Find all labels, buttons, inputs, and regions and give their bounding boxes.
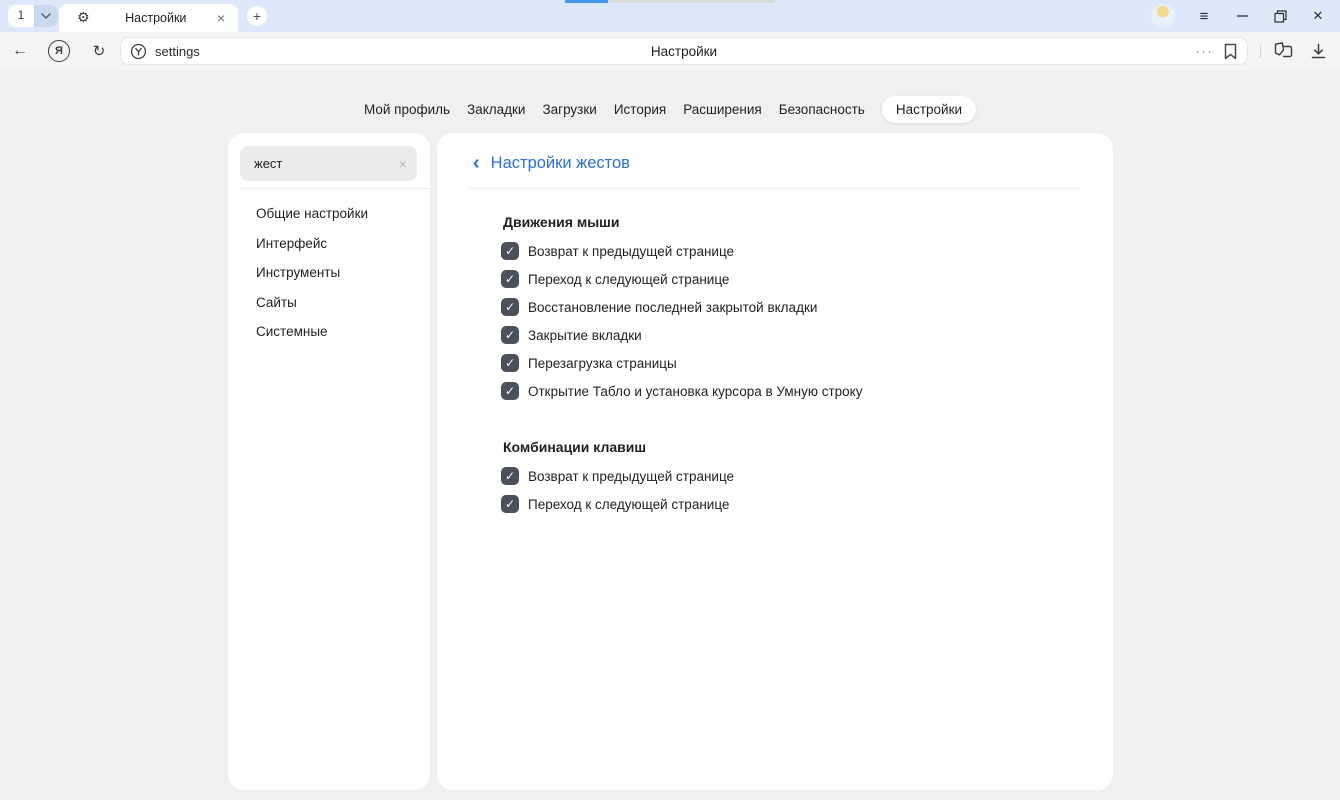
checkbox-checked[interactable]: ✓ xyxy=(501,242,519,260)
profile-avatar[interactable] xyxy=(1151,4,1175,28)
check-icon: ✓ xyxy=(505,385,515,397)
window-minimize-button[interactable] xyxy=(1229,3,1255,29)
gear-icon: ⚙ xyxy=(77,11,90,25)
section-heading-mouse: Движения мыши xyxy=(503,214,1081,230)
settings-search-input[interactable] xyxy=(240,146,417,181)
settings-sidebar: × Общие настройки Интерфейс Инструменты … xyxy=(228,133,430,790)
nav-tab-profile[interactable]: Мой профиль xyxy=(364,96,450,123)
chevron-down-icon xyxy=(41,13,51,19)
tab-group-control[interactable]: 1 xyxy=(8,5,58,27)
toolbar-divider xyxy=(1260,45,1261,58)
sidebar-item-general[interactable]: Общие настройки xyxy=(228,199,430,229)
check-icon: ✓ xyxy=(505,301,515,313)
checkbox-checked[interactable]: ✓ xyxy=(501,382,519,400)
site-icon xyxy=(130,43,147,60)
sidebar-menu: Общие настройки Интерфейс Инструменты Са… xyxy=(228,189,430,347)
browser-tab-settings[interactable]: ⚙ Настройки × xyxy=(59,4,238,32)
nav-tab-security[interactable]: Безопасность xyxy=(779,96,865,123)
nav-tab-history[interactable]: История xyxy=(614,96,666,123)
tab-list-dropdown[interactable] xyxy=(34,5,58,27)
keycombo-row-forward[interactable]: ✓ Переход к следующей странице xyxy=(501,490,1081,518)
back-chevron-icon[interactable]: ‹ xyxy=(473,153,480,173)
window-restore-button[interactable] xyxy=(1267,3,1293,29)
gesture-settings-panel: ‹ Настройки жестов Движения мыши ✓ Возвр… xyxy=(437,133,1113,790)
gesture-row-reload[interactable]: ✓ Перезагрузка страницы xyxy=(501,349,1081,377)
tab-close-icon[interactable]: × xyxy=(212,9,230,27)
checkbox-checked[interactable]: ✓ xyxy=(501,354,519,372)
minimize-icon xyxy=(1237,15,1248,17)
keycombo-row-back[interactable]: ✓ Возврат к предыдущей странице xyxy=(501,462,1081,490)
sidebar-item-system[interactable]: Системные xyxy=(228,317,430,347)
gesture-row-tableau[interactable]: ✓ Открытие Табло и установка курсора в У… xyxy=(501,377,1081,405)
address-bar[interactable]: settings Настройки ··· xyxy=(120,37,1248,65)
url-text[interactable]: settings xyxy=(155,44,200,59)
checkbox-checked[interactable]: ✓ xyxy=(501,298,519,316)
settings-page: Мой профиль Закладки Загрузки История Ра… xyxy=(0,70,1340,800)
collections-button[interactable] xyxy=(1271,39,1295,63)
gesture-settings-header: ‹ Настройки жестов xyxy=(470,133,1081,188)
gesture-row-close-tab[interactable]: ✓ Закрытие вкладки xyxy=(501,321,1081,349)
nav-tab-bookmarks[interactable]: Закладки xyxy=(467,96,525,123)
gesture-row-restore-tab[interactable]: ✓ Восстановление последней закрытой вкла… xyxy=(501,293,1081,321)
bookmark-icon[interactable] xyxy=(1223,43,1238,60)
browser-menu-button[interactable]: ≡ xyxy=(1191,3,1217,29)
header-divider xyxy=(470,188,1081,189)
more-actions-icon[interactable]: ··· xyxy=(1195,44,1213,59)
gesture-row-forward[interactable]: ✓ Переход к следующей странице xyxy=(501,265,1081,293)
restore-icon xyxy=(1274,10,1287,23)
tab-progress-track xyxy=(608,0,775,3)
sidebar-item-tools[interactable]: Инструменты xyxy=(228,258,430,288)
section-heading-keys: Комбинации клавиш xyxy=(503,439,1081,455)
back-button[interactable]: ← xyxy=(8,39,32,63)
check-icon: ✓ xyxy=(505,329,515,341)
check-icon: ✓ xyxy=(505,498,515,510)
collections-icon xyxy=(1274,42,1293,60)
tab-progress-value xyxy=(565,0,608,3)
checkbox-checked[interactable]: ✓ xyxy=(501,326,519,344)
download-icon xyxy=(1311,43,1326,59)
settings-search-box[interactable]: × xyxy=(240,146,417,181)
mouse-gestures-section: Движения мыши ✓ Возврат к предыдущей стр… xyxy=(470,214,1081,405)
sidebar-item-sites[interactable]: Сайты xyxy=(228,288,430,318)
settings-nav: Мой профиль Закладки Загрузки История Ра… xyxy=(0,96,1340,123)
checkbox-checked[interactable]: ✓ xyxy=(501,467,519,485)
check-icon: ✓ xyxy=(505,273,515,285)
check-icon: ✓ xyxy=(505,470,515,482)
sidebar-item-interface[interactable]: Интерфейс xyxy=(228,229,430,259)
downloads-button[interactable] xyxy=(1306,39,1330,63)
gesture-settings-title[interactable]: Настройки жестов xyxy=(491,154,630,173)
tab-title: Настройки xyxy=(100,11,212,25)
new-tab-button[interactable]: + xyxy=(247,6,267,26)
nav-tab-extensions[interactable]: Расширения xyxy=(683,96,762,123)
window-close-button[interactable]: ✕ xyxy=(1305,3,1331,29)
nav-tab-downloads[interactable]: Загрузки xyxy=(542,96,596,123)
checkbox-checked[interactable]: ✓ xyxy=(501,495,519,513)
browser-toolbar: ← Я ↻ settings Настройки ··· xyxy=(0,32,1340,70)
nav-tab-settings[interactable]: Настройки xyxy=(882,96,976,123)
yandex-logo-button[interactable]: Я xyxy=(48,40,70,62)
gesture-row-back[interactable]: ✓ Возврат к предыдущей странице xyxy=(501,237,1081,265)
check-icon: ✓ xyxy=(505,357,515,369)
search-clear-icon[interactable]: × xyxy=(399,157,407,171)
key-combinations-section: Комбинации клавиш ✓ Возврат к предыдущей… xyxy=(470,439,1081,518)
checkbox-checked[interactable]: ✓ xyxy=(501,270,519,288)
tab-counter[interactable]: 1 xyxy=(8,5,34,27)
reload-button[interactable]: ↻ xyxy=(87,39,111,63)
tab-bar: 1 ⚙ Настройки × + ≡ ✕ xyxy=(0,0,1340,32)
check-icon: ✓ xyxy=(505,245,515,257)
address-page-title: Настройки xyxy=(121,44,1247,59)
